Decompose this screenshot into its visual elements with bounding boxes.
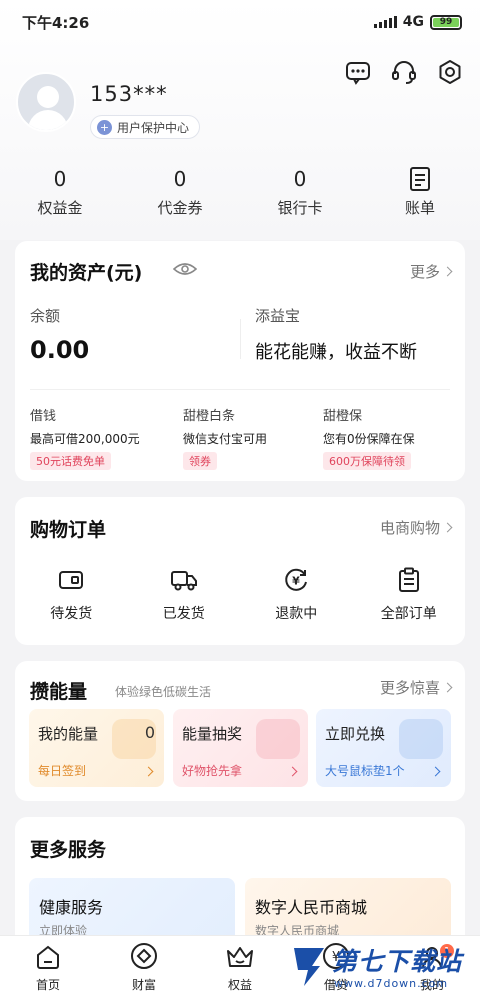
my-assets-card: 我的资产(元) 更多 余额 0.00 添益宝 能花能赚，收益不断 借钱 最高可借… (15, 241, 465, 481)
chevron-right-icon (442, 266, 453, 277)
promo-tag: 领券 (183, 452, 217, 470)
truck-icon (128, 565, 241, 595)
promo-tag: 50元话费免单 (30, 452, 111, 470)
ecommerce-link[interactable]: 电商购物 (380, 517, 453, 538)
insurance-item[interactable]: 甜橙保 您有0份保障在保 600万保障待领 (323, 405, 415, 470)
chevron-right-icon (430, 766, 441, 777)
assets-title: 我的资产(元) (30, 262, 143, 284)
stat-vouchers[interactable]: 0 代金券 (120, 165, 240, 218)
redeem-now-tile[interactable]: 立即兑换 大号鼠标垫1个 (316, 709, 451, 787)
promo-tag: 600万保障待领 (323, 452, 411, 470)
stat-bill[interactable]: 账单 (360, 165, 480, 218)
avatar[interactable] (16, 72, 76, 132)
tab-rights[interactable]: 权益 (192, 936, 288, 999)
energy-lottery-tile[interactable]: 能量抽奖 好物抢先拿 (173, 709, 308, 787)
wealth-icon (96, 936, 192, 970)
balance-block[interactable]: 余额 0.00 (30, 305, 89, 364)
stat-rights-gold[interactable]: 0 权益金 (0, 165, 120, 218)
battery-icon: 99 (430, 14, 462, 30)
signal-icon (373, 16, 397, 28)
watermark: 第七下载站 www.d7down.com (290, 940, 480, 999)
shopping-orders-card: 购物订单 电商购物 待发货 已发货 ¥ 退款中 全部订单 (15, 497, 465, 645)
account-stats: 0 权益金 0 代金券 0 银行卡 账单 (0, 165, 480, 218)
redeem-illustration (399, 719, 443, 759)
home-icon (0, 936, 96, 970)
tab-wealth[interactable]: 财富 (96, 936, 192, 999)
loan-item[interactable]: 借钱 最高可借200,000元 50元话费免单 (30, 405, 140, 470)
chevron-right-icon (442, 682, 453, 693)
order-shipped[interactable]: 已发货 (128, 565, 241, 623)
customer-service-icon[interactable] (390, 58, 418, 86)
header-actions (344, 58, 464, 86)
energy-title: 攒能量 (30, 681, 88, 703)
tab-home[interactable]: 首页 (0, 936, 96, 999)
chevron-right-icon (287, 766, 298, 777)
eye-icon[interactable] (173, 261, 197, 277)
bill-icon (360, 165, 480, 193)
more-surprises-link[interactable]: 更多惊喜 (380, 677, 453, 698)
svg-text:¥: ¥ (292, 575, 300, 588)
watermark-logo-icon (294, 948, 324, 986)
services-title: 更多服务 (30, 839, 107, 861)
chevron-right-icon (442, 522, 453, 533)
order-refunding[interactable]: ¥ 退款中 (240, 565, 353, 623)
network-type: 4G (402, 14, 424, 30)
shield-icon: + (97, 119, 112, 135)
divider (240, 319, 241, 359)
energy-value: 0 (144, 723, 155, 742)
message-icon[interactable] (344, 58, 372, 86)
status-bar: 下午4:26 4G 99 (0, 0, 480, 44)
settings-icon[interactable] (436, 58, 464, 86)
balance-value: 0.00 (30, 336, 90, 364)
order-all[interactable]: 全部订单 (353, 565, 466, 623)
user-protection-center-button[interactable]: + 用户保护中心 (90, 115, 201, 139)
stat-bank-cards[interactable]: 0 银行卡 (240, 165, 360, 218)
lottery-illustration (256, 719, 300, 759)
status-time: 下午4:26 (22, 13, 90, 32)
orders-title: 购物订单 (30, 519, 107, 541)
assets-more-link[interactable]: 更多 (410, 261, 453, 282)
tianyibao-block[interactable]: 添益宝 能花能赚，收益不断 (255, 305, 417, 364)
clipboard-icon (353, 565, 466, 595)
chevron-right-icon (143, 766, 154, 777)
baitiao-item[interactable]: 甜橙白条 微信支付宝可用 领券 (183, 405, 267, 470)
energy-subtitle: 体验绿色低碳生活 (115, 685, 212, 699)
refund-icon: ¥ (240, 565, 353, 595)
username[interactable]: 153*** (90, 82, 168, 106)
my-energy-tile[interactable]: 我的能量 0 每日签到 (29, 709, 164, 787)
energy-card: 攒能量 体验绿色低碳生活 更多惊喜 我的能量 0 每日签到 能量抽奖 好物抢先拿… (15, 661, 465, 801)
divider (30, 389, 450, 390)
wallet-icon (15, 565, 128, 595)
crown-icon (192, 936, 288, 970)
order-pending-shipment[interactable]: 待发货 (15, 565, 128, 623)
